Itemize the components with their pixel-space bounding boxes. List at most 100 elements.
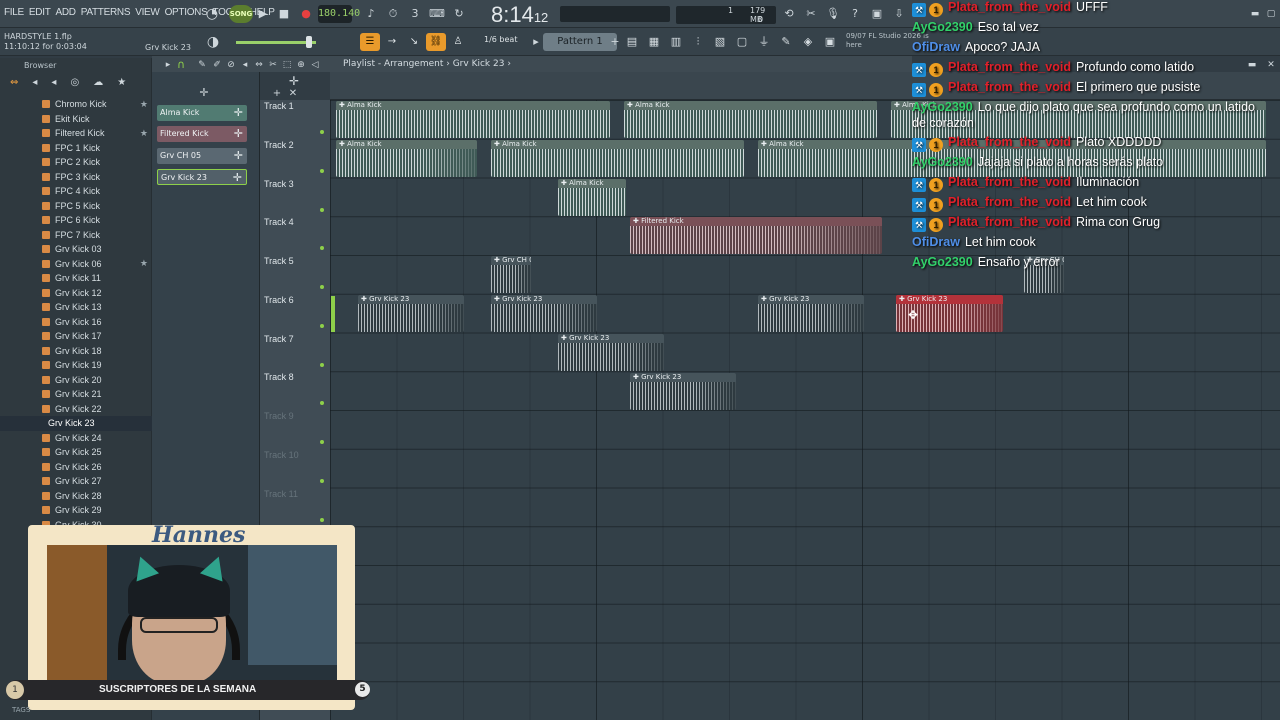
pattern-song-knob-icon[interactable]: ◔: [203, 5, 221, 23]
browser-item[interactable]: Grv Kick 13: [0, 300, 152, 315]
wait-record-icon[interactable]: ⏱: [384, 5, 402, 23]
browser-back-icon[interactable]: ◂: [32, 77, 37, 93]
playback-tool-icon[interactable]: ◁: [306, 56, 324, 74]
browser-item[interactable]: Grv Kick 22: [0, 402, 152, 417]
chat-username[interactable]: OfiDraw: [912, 235, 960, 249]
channel-rack-icon[interactable]: ▥: [668, 34, 684, 50]
master-volume-handle[interactable]: [306, 36, 312, 48]
browser-item[interactable]: Grv Kick 26: [0, 460, 152, 475]
master-volume-slider[interactable]: [236, 41, 316, 44]
browser-item[interactable]: Ekit Kick: [0, 112, 152, 127]
piano-roll-icon[interactable]: ▦: [646, 34, 662, 50]
browser-collapse-icon[interactable]: ⇔: [10, 77, 18, 93]
picker-item[interactable]: Grv CH 05 ✛: [157, 148, 247, 164]
browser-item[interactable]: Grv Kick 18: [0, 344, 152, 359]
browser-item[interactable]: Grv Kick 24: [0, 431, 152, 446]
track-enable-led[interactable]: [320, 323, 324, 328]
track-name[interactable]: Track 8: [264, 372, 294, 382]
tempo-tapper-icon[interactable]: ✎: [778, 34, 794, 50]
browser-item[interactable]: Chromo Kick ★: [0, 97, 152, 112]
step-edit-icon[interactable]: ⌨: [428, 5, 446, 23]
loop-record-icon[interactable]: ↻: [450, 5, 468, 23]
picker-add-icon[interactable]: ✛: [234, 148, 243, 164]
chat-username[interactable]: AyGo2390: [912, 100, 973, 114]
browser-item[interactable]: FPC 5 Kick: [0, 199, 152, 214]
browser-item[interactable]: Grv Kick 11: [0, 271, 152, 286]
record-icon[interactable]: ●: [297, 5, 315, 23]
master-pitch-knob-icon[interactable]: ◑: [204, 33, 222, 51]
browser-item[interactable]: Grv Kick 25: [0, 445, 152, 460]
chat-username[interactable]: Plata_from_the_void: [948, 60, 1071, 74]
browser-item[interactable]: Grv Kick 23: [0, 416, 152, 431]
undo-history-icon[interactable]: ⟲: [780, 5, 798, 23]
track-name[interactable]: Track 5: [264, 256, 294, 266]
browser-item[interactable]: Grv Kick 17: [0, 329, 152, 344]
picker-item[interactable]: Filtered Kick ✛: [157, 126, 247, 142]
playlist-icon[interactable]: ▤: [624, 34, 640, 50]
menu-patterns[interactable]: PATTERNS: [81, 7, 131, 18]
tempo-display[interactable]: 180.140: [318, 5, 360, 23]
browser-item[interactable]: FPC 4 Kick: [0, 184, 152, 199]
track-enable-led[interactable]: [320, 362, 324, 367]
menu-view[interactable]: VIEW: [135, 7, 160, 18]
audio-clip[interactable]: ✚ Alma Kick: [624, 101, 877, 138]
browser-item[interactable]: Grv Kick 21: [0, 387, 152, 402]
save-icon[interactable]: ▣: [868, 5, 886, 23]
mixer-icon[interactable]: ⫶: [690, 34, 706, 50]
microphone-icon[interactable]: 🎙: [824, 5, 842, 23]
chat-username[interactable]: Plata_from_the_void: [948, 135, 1071, 149]
menu-add[interactable]: ADD: [56, 7, 77, 18]
stamp-icon[interactable]: ♙: [448, 33, 468, 51]
chat-username[interactable]: AyGo2390: [912, 20, 973, 34]
browser-item[interactable]: FPC 2 Kick: [0, 155, 152, 170]
chat-username[interactable]: AyGo2390: [912, 255, 973, 269]
track-name[interactable]: Track 6: [264, 295, 294, 305]
audio-clip[interactable]: ✚ Alma Kick: [336, 140, 477, 177]
track-name[interactable]: Track 2: [264, 140, 294, 150]
chat-username[interactable]: Plata_from_the_void: [948, 80, 1071, 94]
picker-item[interactable]: Alma Kick ✛: [157, 105, 247, 121]
browser-item[interactable]: Grv Kick 03: [0, 242, 152, 257]
browser-move-icon[interactable]: ◂: [51, 77, 56, 93]
browser-cloud-icon[interactable]: ☁: [93, 77, 103, 93]
chat-username[interactable]: Plata_from_the_void: [948, 195, 1071, 209]
one-click-audio-icon[interactable]: ▣: [822, 34, 838, 50]
track-name[interactable]: Track 11: [264, 489, 298, 499]
menu-file[interactable]: FILE: [4, 7, 24, 18]
browser-item[interactable]: Grv Kick 16: [0, 315, 152, 330]
audio-clip[interactable]: ✚ Alma Kick: [491, 140, 744, 177]
browser-item[interactable]: Grv Kick 20: [0, 373, 152, 388]
favorite-star-icon[interactable]: ★: [140, 258, 148, 269]
favorite-star-icon[interactable]: ★: [140, 99, 148, 110]
track-name[interactable]: Track 9: [264, 411, 294, 421]
chat-username[interactable]: AyGo2390: [912, 155, 973, 169]
chat-username[interactable]: Plata_from_the_void: [948, 175, 1071, 189]
menu-edit[interactable]: EDIT: [29, 7, 51, 18]
menu-options[interactable]: OPTIONS: [165, 7, 208, 18]
browser-item[interactable]: Grv Kick 12: [0, 286, 152, 301]
plugin-icon[interactable]: ⏚: [756, 34, 772, 50]
playlist-view-icon[interactable]: ☰: [360, 33, 380, 51]
chat-username[interactable]: Plata_from_the_void: [948, 215, 1071, 229]
audio-clip[interactable]: ✚ Alma Kick: [558, 179, 626, 216]
audio-clip[interactable]: ✚ Alma Kick: [336, 101, 610, 138]
audio-clip[interactable]: ✚ Grv Kick 23: [491, 295, 597, 332]
audio-clip[interactable]: ✚ Grv Kick 23: [558, 334, 664, 371]
browser-item[interactable]: Grv Kick 19: [0, 358, 152, 373]
plugin-picker-icon[interactable]: ▧: [712, 34, 728, 50]
cut-icon[interactable]: ✂: [802, 5, 820, 23]
touch-keyboard-icon[interactable]: ◈: [800, 34, 816, 50]
chat-username[interactable]: OfiDraw: [912, 40, 960, 54]
browser-item[interactable]: Filtered Kick ★: [0, 126, 152, 141]
browser-item[interactable]: Grv Kick 27: [0, 474, 152, 489]
track-enable-led[interactable]: [320, 207, 324, 212]
picker-add-icon[interactable]: ✛: [233, 170, 242, 184]
song-mode-toggle[interactable]: SONG: [229, 5, 253, 23]
browser-item[interactable]: Grv Kick 06 ★: [0, 257, 152, 272]
track-name[interactable]: Track 1: [264, 101, 294, 111]
playlist-magnet-icon[interactable]: ∩: [172, 56, 190, 74]
browser-item[interactable]: FPC 6 Kick: [0, 213, 152, 228]
link-icon[interactable]: ⛓: [426, 33, 446, 51]
audio-clip[interactable]: ✚ Grv Kick 23: [358, 295, 464, 332]
track-enable-led[interactable]: [320, 168, 324, 173]
